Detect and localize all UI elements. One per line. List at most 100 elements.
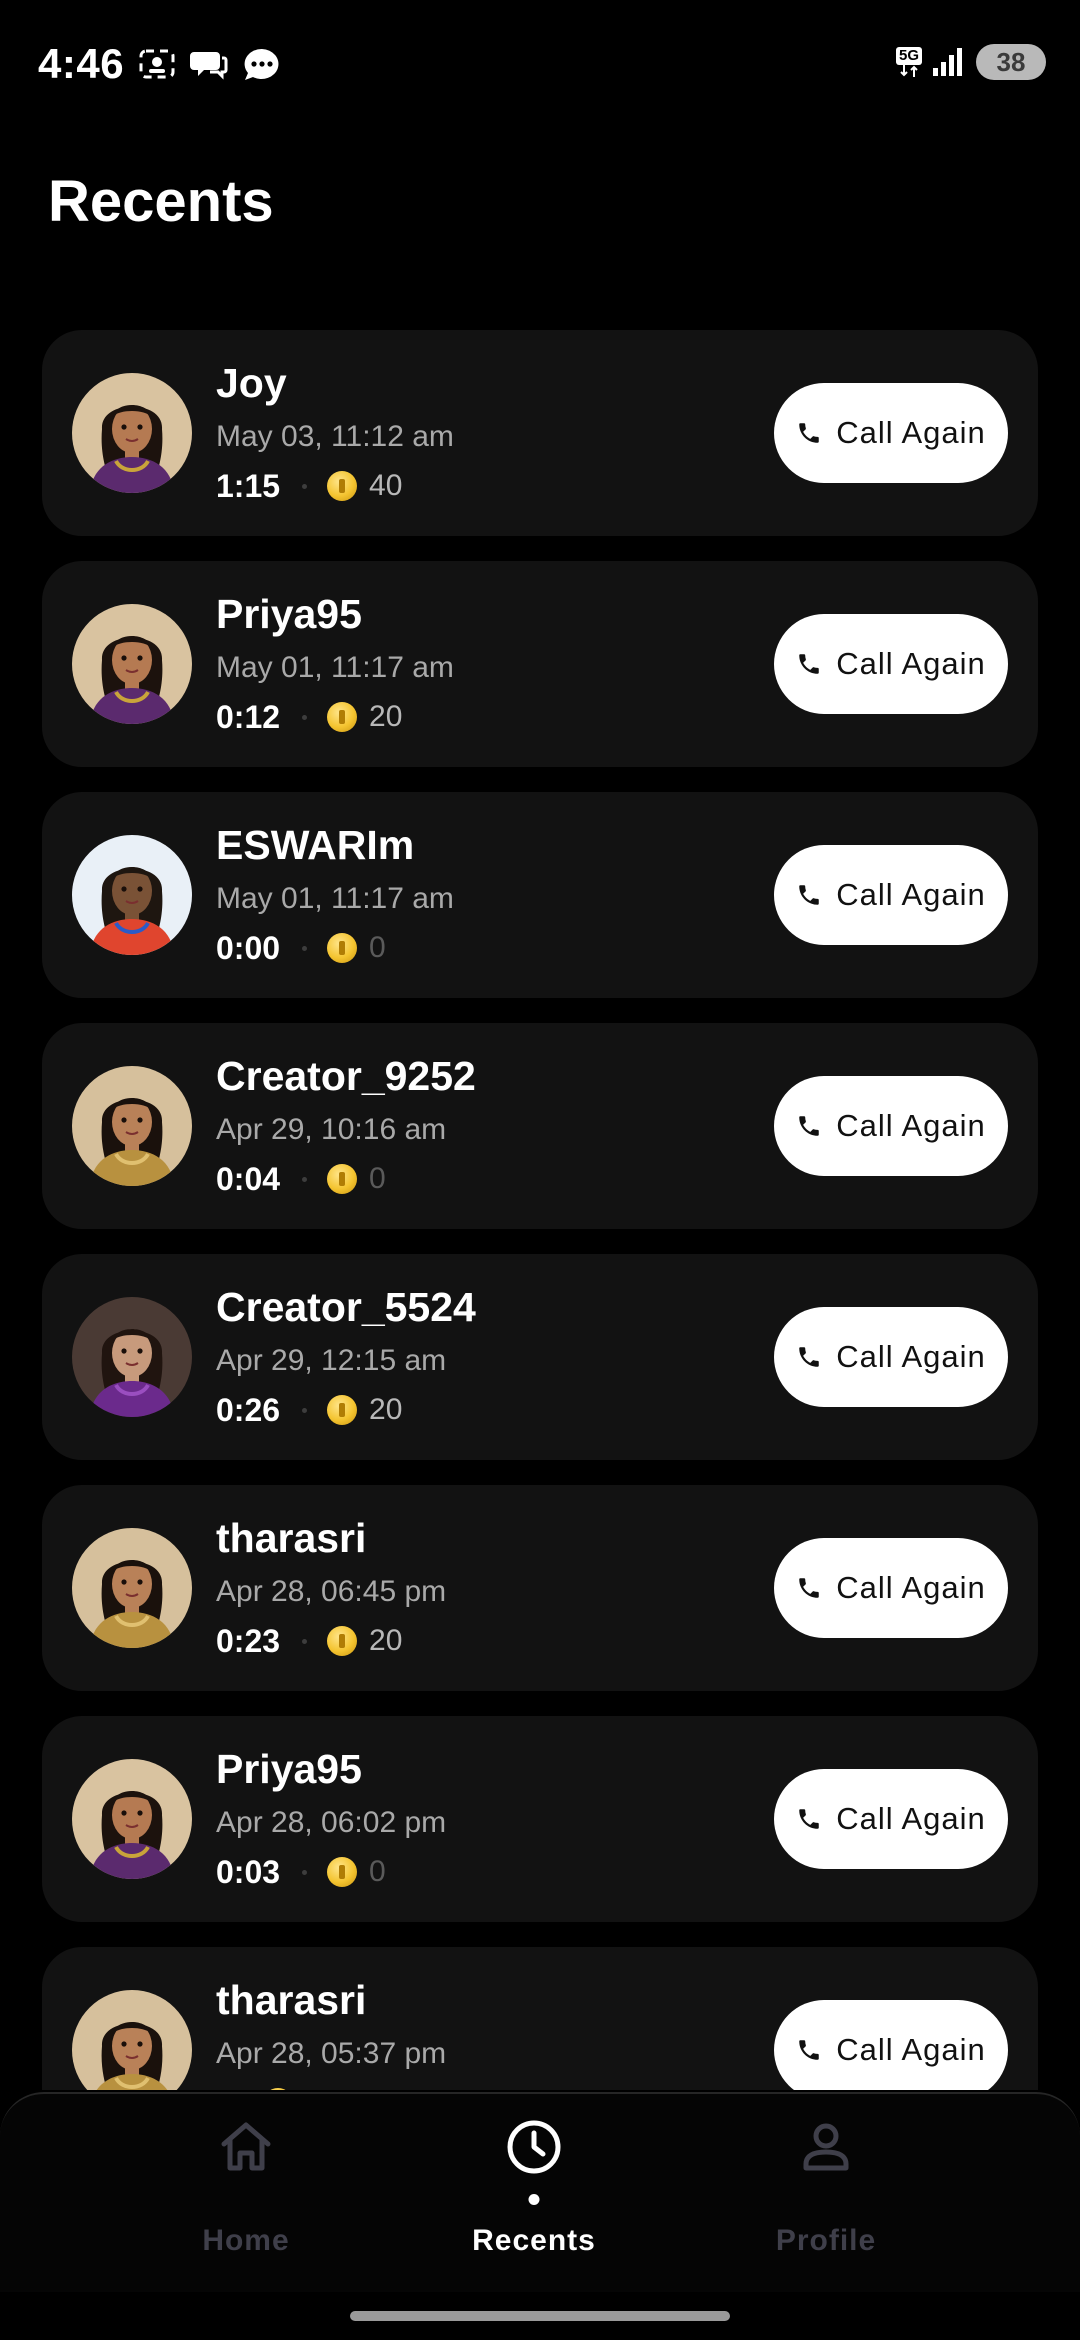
caller-name: Joy [216,360,287,406]
nav-item-home[interactable]: Home [96,2094,396,2294]
call-again-button[interactable]: Call Again [774,383,1008,483]
avatar[interactable] [72,1759,192,1879]
home-icon [221,2122,271,2171]
avatar[interactable] [72,1066,192,1186]
call-datetime: May 01, 11:17 am [216,882,454,915]
call-again-label: Call Again [836,646,986,681]
call-again-label: Call Again [836,877,986,912]
phone-icon [799,1116,819,1136]
call-card[interactable]: Joy May 03, 11:12 am 1:15 40 Call Again [42,330,1038,536]
separator-dot [302,1176,308,1182]
page-title: Recents [48,169,274,234]
nav-label-recents: Recents [472,2224,596,2257]
call-again-label: Call Again [836,415,986,450]
phone-icon [799,654,819,674]
phone-icon [799,2040,819,2060]
call-duration: 0:00 [216,929,281,966]
call-datetime: Apr 28, 05:37 pm [216,2037,447,2070]
coin-count: 40 [369,469,403,502]
avatar[interactable] [72,1528,192,1648]
call-duration: 0:23 [216,1622,281,1659]
signal-icon [933,48,962,76]
phone-icon [799,1809,819,1829]
call-meta: 1:15 40 [216,466,402,506]
caller-name: tharasri [216,1977,367,2023]
coin-icon [327,1164,358,1194]
call-again-label: Call Again [836,2032,986,2067]
separator-dot [302,1638,308,1644]
caller-name: Creator_5524 [216,1284,476,1330]
call-meta: 0:00 0 [216,928,386,968]
call-card[interactable]: tharasri Apr 28, 06:45 pm 0:23 20 Call Again [42,1485,1038,1691]
call-meta: 0:04 0 [216,1159,386,1199]
call-card[interactable]: Priya95 Apr 28, 06:02 pm 0:03 0 Call Again [42,1716,1038,1922]
call-datetime: Apr 28, 06:45 pm [216,1575,447,1608]
call-duration: 0:03 [216,1853,281,1890]
call-again-button[interactable]: Call Again [774,1307,1008,1407]
call-duration: 1:15 [216,467,281,504]
caller-name: tharasri [216,1515,367,1561]
separator-dot [302,714,308,720]
person-icon [803,2123,849,2171]
phone-icon [799,1578,819,1598]
caller-name: Creator_9252 [216,1053,476,1099]
call-card[interactable]: Creator_9252 Apr 29, 10:16 am 0:04 0 Call Ag… [42,1023,1038,1229]
nav-item-recents[interactable]: Recents [384,2094,684,2294]
call-card[interactable]: Priya95 May 01, 11:17 am 0:12 20 Call Again [42,561,1038,767]
active-indicator-dot [528,2194,540,2205]
coin-icon [327,1857,358,1887]
separator-dot [302,1407,308,1413]
coin-icon [327,471,358,501]
coin-icon [327,933,358,963]
avatar[interactable] [72,1990,192,2090]
call-datetime: Apr 29, 10:16 am [216,1113,447,1146]
coin-icon [263,2088,293,2090]
call-meta [216,2083,305,2090]
home-indicator[interactable] [350,2311,730,2321]
call-again-button[interactable]: Call Again [774,1769,1008,1869]
coin-count: 20 [369,1393,403,1426]
status-time: 4:46 [38,40,125,87]
nav-item-profile[interactable]: Profile [676,2094,976,2294]
separator-dot [302,483,308,489]
call-duration: 0:12 [216,698,281,735]
caller-name: ESWARIm [216,822,415,868]
nav-label-home: Home [202,2224,290,2257]
call-meta: 0:03 0 [216,1852,386,1892]
avatar[interactable] [72,1297,192,1417]
call-meta: 0:23 20 [216,1621,402,1661]
separator-dot [302,945,308,951]
call-again-button[interactable]: Call Again [774,1076,1008,1176]
call-again-label: Call Again [836,1108,986,1143]
call-again-button[interactable]: Call Again [774,1538,1008,1638]
call-card[interactable]: tharasri Apr 28, 05:37 pm Call Again [42,1947,1038,2090]
call-again-button[interactable]: Call Again [774,2000,1008,2090]
call-datetime: Apr 28, 06:02 pm [216,1806,447,1839]
status-notification-icons [138,46,282,82]
recent-calls-list[interactable]: Joy May 03, 11:12 am 1:15 40 Call Again Priya… [42,330,1038,2090]
avatar[interactable] [72,604,192,724]
caller-name: Priya95 [216,1746,362,1792]
phone-icon [799,885,819,905]
call-card[interactable]: ESWARIm May 01, 11:17 am 0:00 0 Call Again [42,792,1038,998]
call-again-button[interactable]: Call Again [774,845,1008,945]
call-card[interactable]: Creator_5524 Apr 29, 12:15 am 0:26 20 Call A… [42,1254,1038,1460]
clock-icon [507,2120,561,2174]
phone-icon [799,423,819,443]
call-datetime: Apr 29, 12:15 am [216,1344,447,1377]
call-again-button[interactable]: Call Again [774,614,1008,714]
chat-bubbles-icon [190,52,228,80]
recents-screen: 4:46 5G 38 Recents Joy May 03, 11:12 am … [0,0,1080,2340]
avatar[interactable] [72,835,192,955]
avatar[interactable] [72,373,192,493]
battery-icon: 38 [976,44,1046,80]
screenshot-icon [139,49,175,79]
call-again-label: Call Again [836,1801,986,1836]
caller-name: Priya95 [216,591,362,637]
coin-icon [327,702,358,732]
call-meta: 0:26 20 [216,1390,402,1430]
bottom-nav: Home Recents Profile [0,2092,1080,2292]
call-again-label: Call Again [836,1570,986,1605]
coin-count: 0 [369,1855,386,1888]
status-system-icons: 5G 38 [895,44,1046,80]
